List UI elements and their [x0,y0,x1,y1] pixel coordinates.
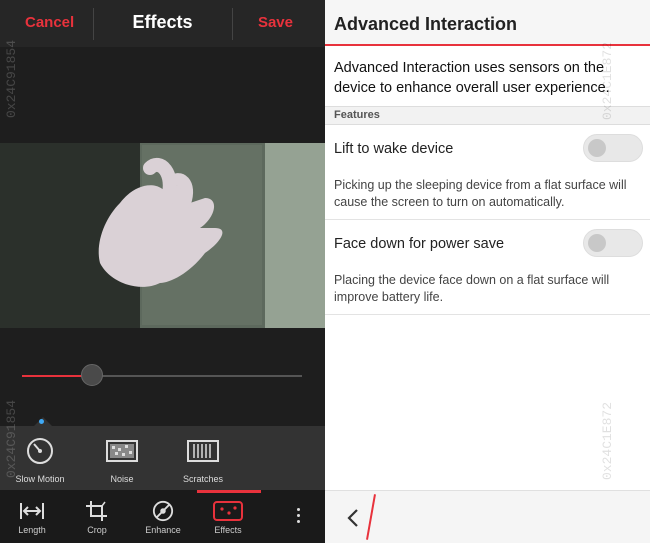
effect-intensity-slider[interactable] [22,375,302,377]
scratches-icon [187,440,219,462]
tab-effects[interactable]: Effects [199,490,257,543]
editor-title-bar: Cancel Effects Save [0,0,325,47]
back-separator [366,494,376,540]
slider-thumb[interactable] [81,364,103,386]
speedometer-icon [27,438,53,464]
effect-label: Scratches [182,474,224,484]
toggle-knob [588,139,606,157]
face-down-toggle[interactable] [583,229,643,257]
active-tab-indicator [197,490,261,493]
face-down-label: Face down for power save [334,236,505,252]
crop-icon [86,501,107,521]
watermark: 0x24C1E872 [600,41,615,120]
watermark: 0x24C91854 [4,399,19,478]
editor-title: Effects [132,12,193,32]
tab-length[interactable]: Length [3,490,61,543]
video-frame-image [0,143,325,328]
bottom-action-bar [325,490,650,543]
video-preview[interactable] [0,143,325,328]
enhance-icon [152,500,174,522]
effects-icon [213,501,243,521]
tab-label: Length [18,525,46,535]
section-label: Features [334,109,380,121]
selected-effect-dot [39,419,44,424]
settings-header: Advanced Interaction [325,0,650,45]
watermark: 0x24C91854 [4,39,19,118]
effect-label: Slow Motion [15,474,65,484]
intro-text: Advanced Interaction uses sensors on the… [334,60,610,96]
effect-scratches[interactable]: Scratches [173,436,233,484]
lift-to-wake-description: Picking up the sleeping device from a fl… [334,178,627,209]
tab-enhance[interactable]: Enhance [134,490,192,543]
lift-to-wake-label: Lift to wake device [334,141,454,157]
tab-crop[interactable]: Crop [68,490,126,543]
tab-label: Effects [214,525,242,535]
settings-pane: Advanced Interaction Advanced Interactio… [325,0,650,543]
editor-tab-bar: Length Crop Enhance Effects [0,490,325,543]
lift-to-wake-toggle[interactable] [583,134,643,162]
effect-label: Noise [110,474,134,484]
watermark: 0x24C1E872 [600,401,615,480]
save-button[interactable]: Save [258,14,293,31]
video-editor-pane: Cancel Effects Save Slow Motion Noise Sc… [0,0,325,543]
noise-icon [106,440,138,462]
more-vertical-icon[interactable] [290,505,306,529]
title-separator [232,8,233,40]
back-chevron-icon[interactable] [343,506,363,530]
tab-label: Crop [87,525,107,535]
title-separator [93,8,94,40]
face-down-description: Placing the device face down on a flat s… [334,273,610,304]
tab-label: Enhance [145,525,181,535]
row-divider [325,314,650,315]
effect-slow-motion[interactable]: Slow Motion [10,436,70,484]
page-title: Advanced Interaction [334,14,518,34]
effect-noise[interactable]: Noise [92,436,152,484]
length-icon [20,503,44,519]
row-divider [325,219,650,220]
cancel-button[interactable]: Cancel [25,14,74,31]
toggle-knob [588,234,606,252]
